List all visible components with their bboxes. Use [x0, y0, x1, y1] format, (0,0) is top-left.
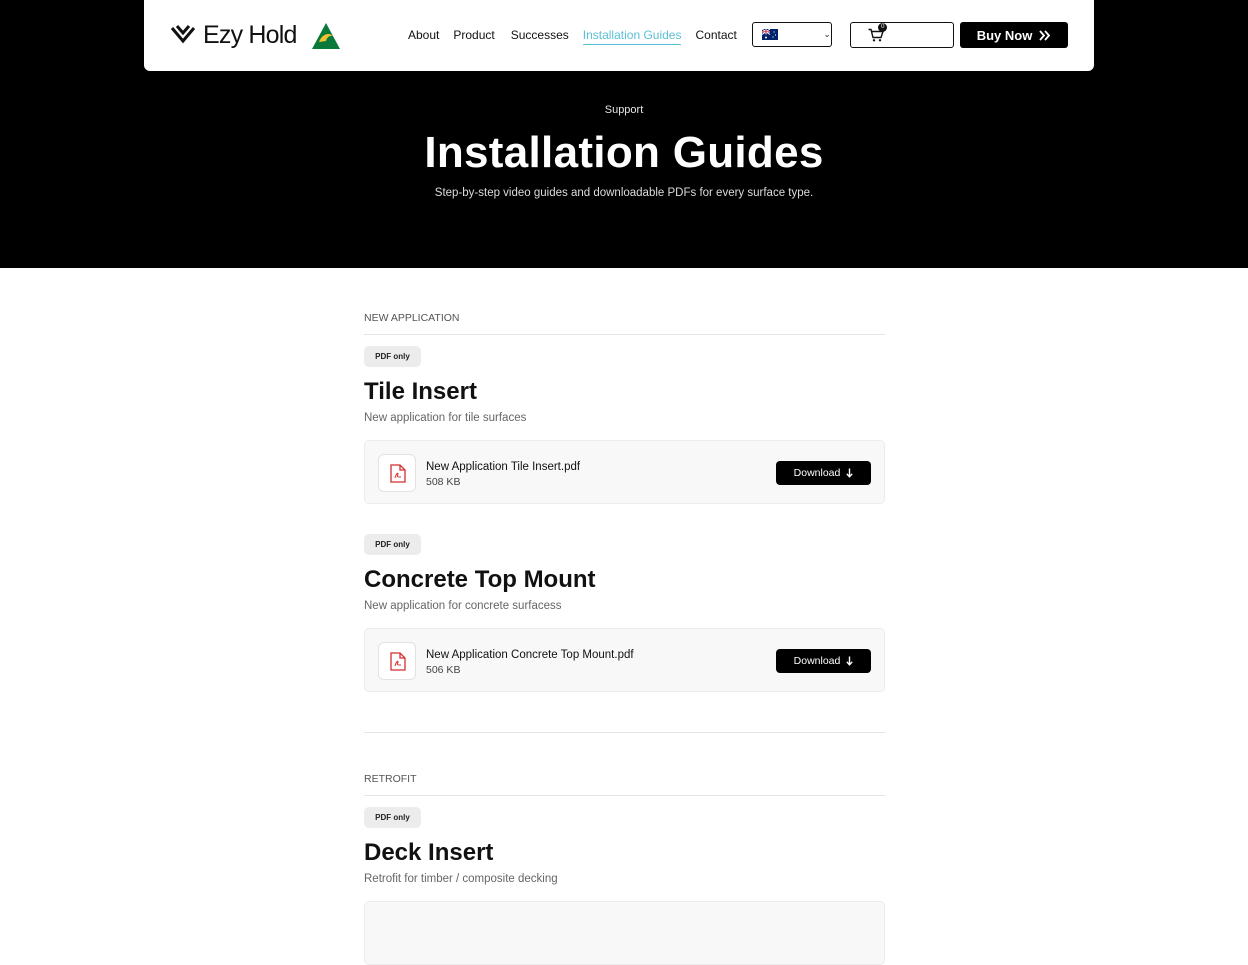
download-arrow-icon: [846, 468, 854, 478]
file-name: New Application Tile Insert.pdf: [426, 461, 581, 473]
cart-label: My Cart: [890, 27, 936, 43]
buy-now-label: Buy Now: [976, 27, 1033, 43]
nav-successes[interactable]: Successes: [511, 28, 569, 45]
section-divider: [364, 732, 885, 733]
download-label: Download: [793, 655, 841, 667]
hero-eyebrow: Support: [604, 104, 644, 116]
guide-title-concrete-top-mount: Concrete Top Mount: [364, 566, 596, 593]
nav-about[interactable]: About: [408, 28, 439, 45]
hero-subtitle: Step-by-step video guides and downloadab…: [434, 187, 814, 199]
pdf-file-icon: [390, 652, 406, 671]
format-badge: PDF only: [364, 807, 421, 828]
top-navbar: Ezy Hold About Product Successes Install…: [144, 0, 1094, 71]
format-badge: PDF only: [364, 346, 421, 367]
guide-title-tile-insert: Tile Insert: [364, 378, 477, 405]
pdf-file-icon: [390, 464, 406, 483]
file-size: 506 KB: [426, 664, 461, 676]
au-flag-icon: [762, 29, 778, 40]
file-name: New Application Concrete Top Mount.pdf: [426, 649, 634, 661]
file-card-concrete-top-mount: New Application Concrete Top Mount.pdf 5…: [364, 628, 885, 692]
pdf-file-icon-box: [378, 642, 416, 680]
section-label-retrofit: RETROFIT: [364, 773, 885, 796]
brand-name: Ezy Hold: [203, 21, 297, 49]
cart-count-badge: 0: [878, 23, 888, 32]
download-button-concrete-top-mount[interactable]: Download: [776, 649, 871, 673]
file-card-tile-insert: New Application Tile Insert.pdf 508 KB D…: [364, 440, 885, 504]
page-title: Installation Guides: [424, 128, 824, 177]
double-chevron-right-icon: [1039, 29, 1051, 41]
australian-made-icon: [312, 23, 340, 49]
file-size: 508 KB: [426, 476, 461, 488]
main-nav: About Product Successes Installation Gui…: [408, 28, 751, 45]
file-card-deck-insert: [364, 901, 885, 965]
hero-section: Ezy Hold About Product Successes Install…: [0, 0, 1248, 268]
buy-now-button[interactable]: Buy Now: [960, 22, 1068, 48]
guide-description: Retrofit for timber / composite decking: [364, 873, 558, 885]
pdf-file-icon-box: [378, 454, 416, 492]
chevron-down-icon: ⌄: [823, 29, 831, 39]
currency-label: AUD $: [782, 27, 818, 42]
nav-contact[interactable]: Contact: [695, 28, 736, 45]
download-label: Download: [793, 467, 841, 479]
guide-description: New application for concrete surfacess: [364, 600, 562, 612]
cart-button[interactable]: 0 My Cart: [850, 22, 954, 48]
guide-title-deck-insert: Deck Insert: [364, 839, 494, 866]
nav-installation-guides[interactable]: Installation Guides: [582, 28, 682, 45]
format-badge: PDF only: [364, 534, 421, 555]
section-label-new-application: NEW APPLICATION: [364, 312, 885, 335]
guide-description: New application for tile surfaces: [364, 412, 527, 424]
cart-icon-wrapper: 0: [868, 23, 888, 42]
logo-chevron-icon: [170, 25, 196, 44]
brand-logo[interactable]: Ezy Hold: [170, 20, 297, 50]
nav-product[interactable]: Product: [453, 28, 494, 45]
download-arrow-icon: [846, 656, 854, 666]
currency-selector[interactable]: AUD $ ⌄: [752, 22, 832, 47]
download-button-tile-insert[interactable]: Download: [776, 461, 871, 485]
